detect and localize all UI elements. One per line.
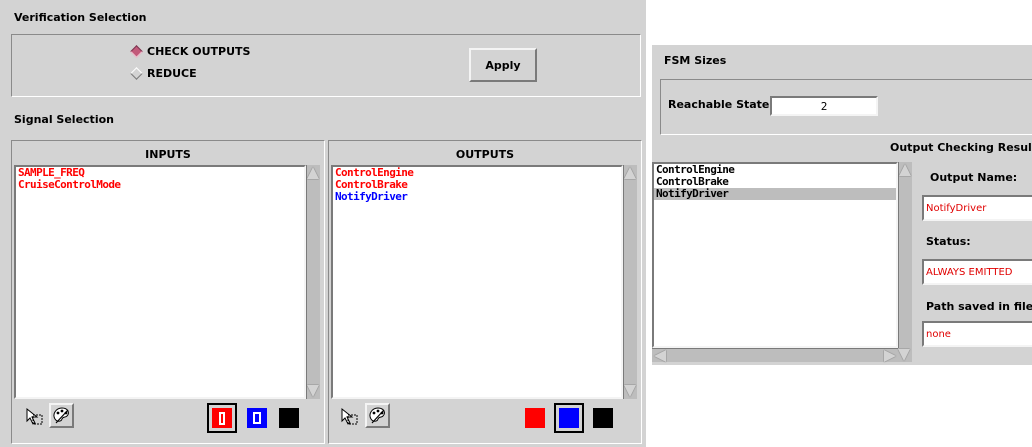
results-listbox[interactable]: ControlEngine ControlBrake NotifyDriver [652, 162, 898, 348]
inputs-listbox[interactable]: SAMPLE_FREQ CruiseControlMode [14, 165, 306, 399]
outputs-header: OUTPUTS [455, 147, 515, 161]
path-saved-field[interactable]: none [922, 321, 1032, 347]
pointer-icon[interactable] [339, 406, 359, 426]
reachable-states-value: 2 [820, 99, 828, 113]
swatch-blue-selected[interactable] [554, 403, 584, 433]
status-label: Status: [926, 235, 971, 248]
scroll-left-icon[interactable] [654, 350, 666, 362]
black-swatch[interactable] [593, 408, 613, 428]
black-swatch[interactable] [279, 408, 299, 428]
status-field[interactable]: ALWAYS EMITTED [922, 259, 1032, 285]
output-name-label: Output Name: [930, 171, 1018, 184]
radio-reduce-label: REDUCE [147, 67, 197, 80]
output-name-field[interactable]: NotifyDriver [922, 195, 1032, 221]
blue-swatch [559, 408, 579, 428]
results-section-title: Output Checking Results [890, 141, 1032, 154]
results-hscrollbar[interactable] [652, 348, 898, 362]
outputs-scrollbar[interactable] [623, 165, 637, 399]
scroll-right-icon[interactable] [884, 350, 896, 362]
radio-check-outputs[interactable]: CHECK OUTPUTS [130, 45, 251, 58]
path-saved-value: none [926, 328, 951, 340]
scroll-down-icon[interactable] [624, 385, 636, 397]
list-item[interactable]: CruiseControlMode [16, 179, 304, 191]
results-scroll-corner [898, 348, 912, 362]
signal-section-title: Signal Selection [14, 113, 114, 126]
scroll-up-icon[interactable] [624, 167, 636, 179]
results-vscrollbar[interactable] [898, 162, 912, 348]
scroll-down-icon[interactable] [307, 385, 319, 397]
radio-selected-icon [130, 45, 143, 58]
output-glyph-icon [253, 412, 261, 424]
palette-icon[interactable] [365, 403, 390, 428]
outputs-listbox[interactable]: ControlEngine ControlBrake NotifyDriver [331, 165, 623, 399]
reachable-states-label: Reachable States [668, 98, 776, 111]
pointer-icon[interactable] [24, 406, 44, 426]
fsm-section-title: FSM Sizes [664, 54, 727, 67]
inputs-scrollbar[interactable] [306, 165, 320, 399]
radio-reduce[interactable]: REDUCE [130, 67, 197, 80]
red-swatch[interactable] [525, 408, 545, 428]
output-name-value: NotifyDriver [926, 202, 987, 214]
left-panel: Verification Selection CHECK OUTPUTS RED… [0, 0, 646, 447]
palette-icon[interactable] [49, 403, 74, 428]
swatch-red-selected[interactable] [207, 403, 237, 433]
radio-check-outputs-label: CHECK OUTPUTS [147, 45, 251, 58]
input-glyph-icon [219, 411, 225, 425]
reachable-states-field: 2 [770, 96, 878, 116]
right-panel: FSM Sizes Reachable States 2 Output Chec… [652, 45, 1032, 365]
verification-box [11, 34, 641, 97]
path-saved-label: Path saved in file: [926, 300, 1032, 313]
scroll-up-icon[interactable] [307, 167, 319, 179]
list-item-selected[interactable]: NotifyDriver [654, 188, 896, 200]
blue-swatch[interactable] [247, 408, 267, 428]
apply-button[interactable]: Apply [469, 48, 537, 82]
list-item[interactable]: NotifyDriver [333, 191, 621, 203]
red-swatch [212, 408, 232, 428]
scroll-down-icon[interactable] [898, 349, 910, 361]
inputs-header: INPUTS [145, 147, 191, 161]
status-value: ALWAYS EMITTED [926, 266, 1013, 278]
scroll-up-icon[interactable] [899, 164, 911, 176]
radio-unselected-icon [130, 67, 143, 80]
verification-section-title: Verification Selection [14, 11, 147, 24]
